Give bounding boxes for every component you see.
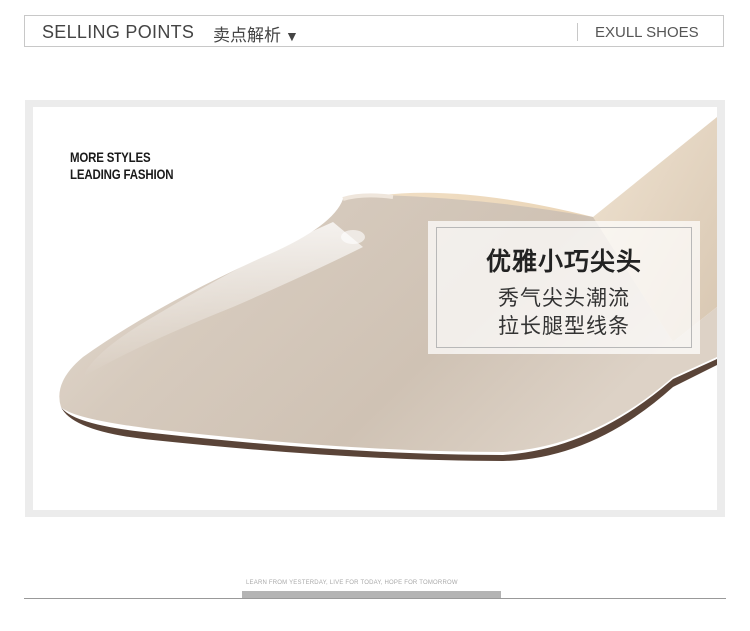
brand-name: EXULL SHOES — [595, 24, 699, 41]
feature-callout-border: 优雅小巧尖头 秀气尖头潮流 拉长腿型线条 — [436, 227, 692, 348]
tagline-line-2: LEADING FASHION — [70, 166, 174, 182]
product-photo: MORE STYLES LEADING FASHION 优雅小巧尖头 秀气尖头潮… — [33, 107, 717, 510]
footer-bar — [242, 591, 501, 598]
section-subtitle-text: 卖点解析 — [213, 26, 281, 45]
product-image-frame: MORE STYLES LEADING FASHION 优雅小巧尖头 秀气尖头潮… — [25, 100, 725, 517]
feature-line-2: 拉长腿型线条 — [498, 315, 630, 338]
section-title: SELLING POINTS — [42, 22, 195, 42]
tagline-line-1: MORE STYLES — [70, 149, 151, 165]
triangle-down-icon: ▼ — [285, 28, 299, 44]
hero-tagline: MORE STYLES LEADING FASHION — [70, 149, 174, 183]
feature-line-1: 秀气尖头潮流 — [498, 287, 630, 310]
section-header: SELLING POINTS 卖点解析 ▼ EXULL SHOES — [24, 15, 724, 47]
feature-callout: 优雅小巧尖头 秀气尖头潮流 拉长腿型线条 — [428, 221, 700, 354]
footer-divider — [24, 598, 726, 599]
header-divider — [577, 23, 578, 41]
feature-heading: 优雅小巧尖头 — [485, 248, 642, 276]
section-subtitle: 卖点解析 ▼ — [213, 21, 299, 46]
footer-slogan: LEARN FROM YESTERDAY, LIVE FOR TODAY, HO… — [246, 580, 458, 586]
